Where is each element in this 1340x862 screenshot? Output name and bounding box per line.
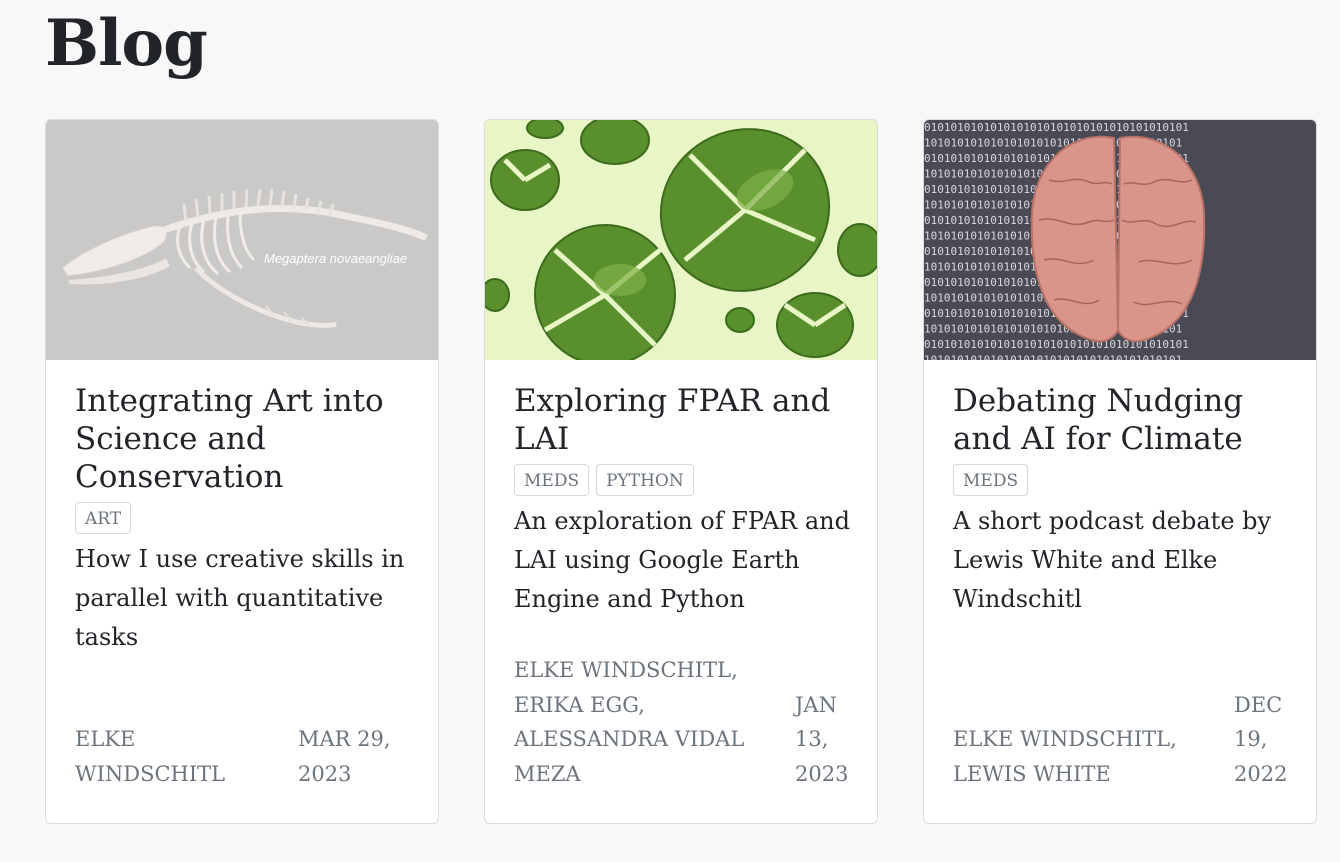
post-author: ELKE WINDSCHITL, LEWIS WHITE [953, 727, 1177, 786]
post-description: An exploration of FPAR and LAI using Goo… [514, 507, 850, 613]
category-tag-python[interactable]: PYTHON [596, 464, 694, 496]
post-date: MAR 29, 2023 [298, 727, 391, 786]
post-date: DEC 19, 2022 [1234, 692, 1288, 786]
post-author: ELKE WINDSCHITL, ERIKA EGG, ALESSANDRA V… [514, 658, 745, 786]
binary-row: 0101010101010101010101010101010101010101 [924, 338, 1189, 351]
monstera-leaves-image[interactable] [485, 120, 877, 360]
whale-skeleton-image[interactable]: Megaptera novaeangliae [46, 120, 438, 360]
brain-binary-image[interactable]: 0101010101010101010101010101010101010101… [924, 120, 1316, 361]
blog-post-card-nudging-ai[interactable]: 0101010101010101010101010101010101010101… [923, 119, 1317, 824]
post-title[interactable]: Debating Nudging and AI for Climate [953, 382, 1296, 458]
category-tag-art[interactable]: ART [75, 502, 132, 534]
binary-row: 0101010101010101010101010101010101010101 [924, 121, 1189, 134]
post-description: How I use creative skills in parallel wi… [75, 545, 405, 651]
blog-post-card-art-science[interactable]: Megaptera novaeangliae Integrating Art i… [45, 119, 439, 824]
binary-row: 101010101010101010101010101010101010101 [924, 354, 1182, 361]
category-tag-meds[interactable]: MEDS [514, 464, 590, 496]
blog-post-card-fpar-lai[interactable]: Exploring FPAR and LAI MEDS PYTHON An ex… [484, 119, 878, 824]
category-tag-meds[interactable]: MEDS [953, 464, 1029, 496]
post-description: A short podcast debate by Lewis White an… [953, 507, 1272, 613]
whale-image-caption: Megaptera novaeangliae [264, 251, 407, 266]
post-title[interactable]: Exploring FPAR and LAI [514, 382, 857, 458]
page-title: Blog [45, 6, 208, 81]
post-date: JAN 13, 2023 [795, 692, 849, 786]
post-title[interactable]: Integrating Art into Science and Conserv… [75, 382, 418, 496]
post-author: ELKE WINDSCHITL [75, 727, 226, 786]
